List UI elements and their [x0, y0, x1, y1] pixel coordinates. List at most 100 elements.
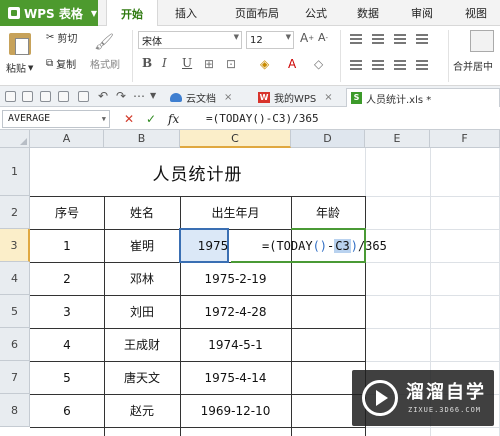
row-header-6[interactable]: 6	[0, 328, 30, 361]
font-name-select[interactable]: 宋体 ▼	[138, 31, 242, 49]
sheet-title[interactable]: 人员统计册	[30, 148, 365, 196]
merge-center-button[interactable]: 合并居中	[453, 58, 493, 73]
header-cell-no[interactable]: 序号	[30, 196, 104, 229]
font-size-select[interactable]: 12 ▼	[246, 31, 294, 49]
format-painter-button[interactable]: 格式刷	[90, 56, 120, 71]
underline-button[interactable]: U	[182, 56, 192, 70]
align-right-icon[interactable]	[394, 60, 406, 70]
align-center-icon[interactable]	[372, 60, 384, 70]
row-header-1[interactable]: 1	[0, 148, 30, 196]
cell-birth[interactable]: 1975-2-19	[180, 262, 291, 295]
doc-tab-my-wps[interactable]: W 我的WPS ×	[254, 88, 344, 107]
cell-name[interactable]: 赵元	[104, 394, 180, 427]
redo-icon[interactable]: ↷	[116, 89, 126, 103]
name-box[interactable]: AVERAGE ▼	[2, 110, 110, 128]
merge-icon[interactable]: ⊡	[226, 57, 236, 71]
row-header-2[interactable]: 2	[0, 196, 30, 229]
align-top-icon[interactable]	[350, 34, 362, 44]
row-header-4[interactable]: 4	[0, 262, 30, 295]
wrap-text-icon[interactable]	[416, 34, 428, 44]
bold-button[interactable]: B	[142, 56, 152, 70]
insert-function-icon[interactable]: fx	[168, 111, 179, 127]
font-color-icon[interactable]: A	[288, 57, 296, 71]
tab-review[interactable]: 审阅	[402, 0, 442, 26]
cell-birth[interactable]: 1975-4-14	[180, 361, 291, 394]
paste-button[interactable]: 粘贴 ▼	[6, 60, 33, 76]
app-menu-button[interactable]: WPS 表格 ▼	[0, 0, 98, 26]
header-cell-name[interactable]: 姓名	[104, 196, 180, 229]
cell-no[interactable]: 1	[30, 229, 104, 262]
column-header-e[interactable]: E	[365, 130, 430, 148]
close-icon[interactable]: ×	[224, 92, 232, 103]
formula-bar: AVERAGE ▼ ✕ ✓ fx =(TODAY()-C3)/365	[0, 108, 500, 130]
cell-name[interactable]: 崔明	[104, 229, 180, 262]
copy-button[interactable]: ⧉ 复制	[46, 56, 76, 71]
cell-birth[interactable]: 1975	[180, 229, 246, 262]
cell-no[interactable]: 5	[30, 361, 104, 394]
decrease-font-icon[interactable]: A-	[318, 31, 328, 44]
align-bottom-icon[interactable]	[394, 34, 406, 44]
row-header-5[interactable]: 5	[0, 295, 30, 328]
cell-name[interactable]: 王成财	[104, 328, 180, 361]
cell-name[interactable]: 唐天文	[104, 361, 180, 394]
more-icon[interactable]: ⋯	[133, 89, 145, 103]
export-pdf-icon[interactable]	[78, 91, 89, 102]
tab-home[interactable]: 开始	[106, 0, 158, 27]
column-header-a[interactable]: A	[30, 130, 104, 148]
select-all-corner[interactable]	[0, 130, 30, 148]
cell-no[interactable]: 6	[30, 394, 104, 427]
tab-insert[interactable]: 插入	[164, 0, 208, 26]
row-header-8[interactable]: 8	[0, 394, 30, 427]
align-left-icon[interactable]	[350, 60, 362, 70]
save-icon[interactable]	[22, 91, 33, 102]
cancel-icon[interactable]: ✕	[124, 111, 134, 127]
cut-button[interactable]: ✂ 剪切	[46, 30, 77, 45]
row-header-7[interactable]: 7	[0, 361, 30, 394]
table-border	[30, 427, 365, 428]
row-header-3[interactable]: 3	[0, 229, 30, 262]
fill-color-icon[interactable]: ◈	[260, 57, 269, 71]
cell-name[interactable]: 邓林	[104, 262, 180, 295]
doc-tab-active[interactable]: S 人员统计.xls *	[346, 88, 500, 107]
header-cell-birth[interactable]: 出生年月	[180, 196, 291, 229]
tab-formulas[interactable]: 公式	[296, 0, 336, 26]
cell-birth[interactable]: 1972-4-28	[180, 295, 291, 328]
close-icon[interactable]: ×	[324, 92, 332, 103]
tab-page-layout[interactable]: 页面布局	[220, 0, 294, 26]
print-preview-icon[interactable]	[58, 91, 69, 102]
formula-token: =(TODAY	[262, 238, 313, 253]
italic-button[interactable]: I	[162, 56, 167, 70]
formula-input[interactable]: =(TODAY()-C3)/365	[206, 111, 319, 127]
tab-data[interactable]: 数据	[348, 0, 388, 26]
cell-no[interactable]: 3	[30, 295, 104, 328]
header-cell-age[interactable]: 年龄	[291, 196, 365, 229]
merge-center-icon[interactable]	[470, 30, 494, 52]
cell-birth[interactable]: 1974-5-1	[180, 328, 291, 361]
cell-name[interactable]: 刘田	[104, 295, 180, 328]
border-icon[interactable]: ⊞	[204, 57, 214, 71]
column-header-d[interactable]: D	[291, 130, 365, 148]
column-header-b[interactable]: B	[104, 130, 180, 148]
format-painter-icon[interactable]: 🖌	[94, 32, 114, 51]
app-title: WPS 表格	[24, 6, 83, 21]
cell-birth[interactable]: 1969-12-10	[180, 394, 291, 427]
formula-token: ()	[312, 238, 328, 253]
chevron-down-icon[interactable]: ▼	[150, 91, 156, 100]
clear-format-icon[interactable]: ◇	[314, 57, 323, 71]
cell-no[interactable]: 2	[30, 262, 104, 295]
cell-editor-d3[interactable]: =(TODAY() - C3)/365	[262, 229, 387, 262]
open-folder-icon[interactable]	[5, 91, 16, 102]
align-middle-icon[interactable]	[372, 34, 384, 44]
undo-icon[interactable]: ↶	[98, 89, 108, 103]
print-icon[interactable]	[40, 91, 51, 102]
cloud-icon	[170, 93, 182, 102]
tab-view[interactable]: 视图	[456, 0, 496, 26]
increase-font-icon[interactable]: A +	[300, 31, 314, 45]
cell-no[interactable]: 4	[30, 328, 104, 361]
doc-tab-cloud[interactable]: 云文档 ×	[166, 88, 252, 107]
column-header-c[interactable]: C	[180, 130, 291, 148]
justify-icon[interactable]	[416, 60, 428, 70]
confirm-icon[interactable]: ✓	[146, 111, 156, 127]
paste-icon[interactable]	[9, 33, 31, 55]
column-header-f[interactable]: F	[430, 130, 500, 148]
